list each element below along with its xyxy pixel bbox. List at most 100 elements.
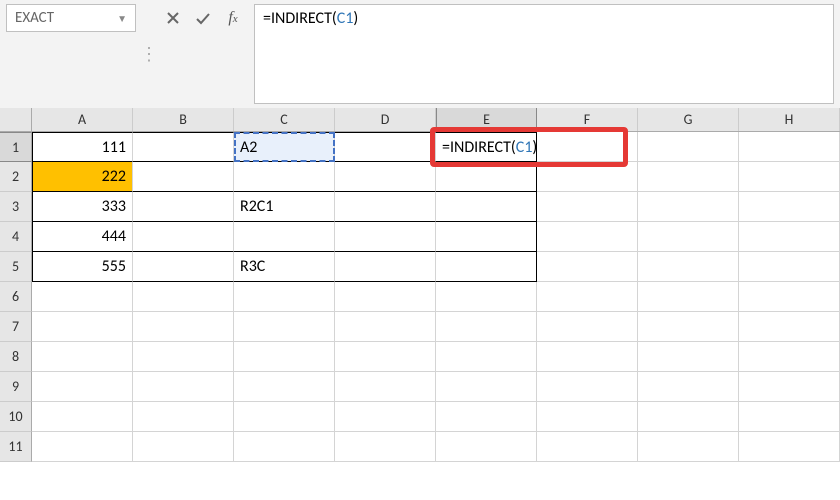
col-header-D[interactable]: D [335, 108, 436, 131]
cell-F6[interactable] [537, 282, 638, 312]
cell-E8[interactable] [436, 342, 537, 372]
cell-F7[interactable] [537, 312, 638, 342]
cell-D9[interactable] [335, 372, 436, 402]
cell-A5[interactable]: 555 [32, 252, 133, 282]
cell-E3[interactable] [436, 192, 537, 222]
cell-E6[interactable] [436, 282, 537, 312]
cell-G9[interactable] [638, 372, 739, 402]
cell-A6[interactable] [32, 282, 133, 312]
cell-H7[interactable] [739, 312, 840, 342]
row-header-8[interactable]: 8 [0, 342, 32, 372]
cell-D10[interactable] [335, 402, 436, 432]
cell-B3[interactable] [133, 192, 234, 222]
cell-F5[interactable] [537, 252, 638, 282]
cell-F3[interactable] [537, 192, 638, 222]
row-header-6[interactable]: 6 [0, 282, 32, 312]
cell-E5[interactable] [436, 252, 537, 282]
row-header-9[interactable]: 9 [0, 372, 32, 402]
cell-B6[interactable] [133, 282, 234, 312]
cell-H8[interactable] [739, 342, 840, 372]
cell-C5[interactable]: R3C [234, 252, 335, 282]
cell-C10[interactable] [234, 402, 335, 432]
cell-A1[interactable]: 111 [32, 132, 133, 162]
cell-H3[interactable] [739, 192, 840, 222]
cell-A3[interactable]: 333 [32, 192, 133, 222]
cell-B1[interactable] [133, 132, 234, 162]
col-header-A[interactable]: A [32, 108, 133, 131]
row-header-7[interactable]: 7 [0, 312, 32, 342]
chevron-down-icon[interactable]: ▼ [117, 12, 127, 25]
cell-H6[interactable] [739, 282, 840, 312]
cell-G6[interactable] [638, 282, 739, 312]
cell-H5[interactable] [739, 252, 840, 282]
row-header-1[interactable]: 1 [0, 132, 32, 162]
cell-G8[interactable] [638, 342, 739, 372]
cell-D2[interactable] [335, 162, 436, 192]
row-header-2[interactable]: 2 [0, 162, 32, 192]
cell-A9[interactable] [32, 372, 133, 402]
row-header-3[interactable]: 3 [0, 192, 32, 222]
cell-F8[interactable] [537, 342, 638, 372]
cell-H1[interactable] [739, 132, 840, 162]
fx-button[interactable]: fx [218, 4, 248, 32]
cell-H9[interactable] [739, 372, 840, 402]
cell-A8[interactable] [32, 342, 133, 372]
cell-D4[interactable] [335, 222, 436, 252]
cell-C9[interactable] [234, 372, 335, 402]
cell-B7[interactable] [133, 312, 234, 342]
cell-F1[interactable] [537, 132, 638, 162]
cell-E4[interactable] [436, 222, 537, 252]
cell-F2[interactable] [537, 162, 638, 192]
col-header-F[interactable]: F [537, 108, 638, 131]
cell-G4[interactable] [638, 222, 739, 252]
formula-input[interactable]: =INDIRECT(C1) [254, 4, 834, 104]
cell-C6[interactable] [234, 282, 335, 312]
cell-G10[interactable] [638, 402, 739, 432]
cell-G2[interactable] [638, 162, 739, 192]
cell-E11[interactable] [436, 432, 537, 462]
cell-D6[interactable] [335, 282, 436, 312]
col-header-C[interactable]: C [234, 108, 335, 131]
cell-C2[interactable] [234, 162, 335, 192]
cell-C1[interactable]: A2 [234, 132, 335, 162]
cell-H11[interactable] [739, 432, 840, 462]
cell-G1[interactable] [638, 132, 739, 162]
cell-C4[interactable] [234, 222, 335, 252]
cell-B10[interactable] [133, 402, 234, 432]
cell-E10[interactable] [436, 402, 537, 432]
cell-D7[interactable] [335, 312, 436, 342]
cell-C11[interactable] [234, 432, 335, 462]
select-all-corner[interactable] [0, 108, 32, 131]
cell-C8[interactable] [234, 342, 335, 372]
row-header-10[interactable]: 10 [0, 402, 32, 432]
col-header-H[interactable]: H [739, 108, 840, 131]
cell-B8[interactable] [133, 342, 234, 372]
cell-A11[interactable] [32, 432, 133, 462]
cell-F10[interactable] [537, 402, 638, 432]
cell-E9[interactable] [436, 372, 537, 402]
cell-A10[interactable] [32, 402, 133, 432]
cancel-button[interactable] [158, 4, 188, 32]
cell-F4[interactable] [537, 222, 638, 252]
cell-A2[interactable]: 222 [32, 162, 133, 192]
cell-G7[interactable] [638, 312, 739, 342]
cell-G5[interactable] [638, 252, 739, 282]
cell-C3[interactable]: R2C1 [234, 192, 335, 222]
cell-H4[interactable] [739, 222, 840, 252]
row-header-11[interactable]: 11 [0, 432, 32, 462]
cell-H10[interactable] [739, 402, 840, 432]
cell-F11[interactable] [537, 432, 638, 462]
cell-D3[interactable] [335, 192, 436, 222]
col-header-E[interactable]: E [436, 108, 537, 131]
cell-B11[interactable] [133, 432, 234, 462]
name-box[interactable]: EXACT ▼ [6, 4, 136, 32]
cell-A4[interactable]: 444 [32, 222, 133, 252]
cell-D11[interactable] [335, 432, 436, 462]
cell-C7[interactable] [234, 312, 335, 342]
cell-G3[interactable] [638, 192, 739, 222]
cell-G11[interactable] [638, 432, 739, 462]
cell-B9[interactable] [133, 372, 234, 402]
row-header-4[interactable]: 4 [0, 222, 32, 252]
cell-B5[interactable] [133, 252, 234, 282]
cell-A7[interactable] [32, 312, 133, 342]
